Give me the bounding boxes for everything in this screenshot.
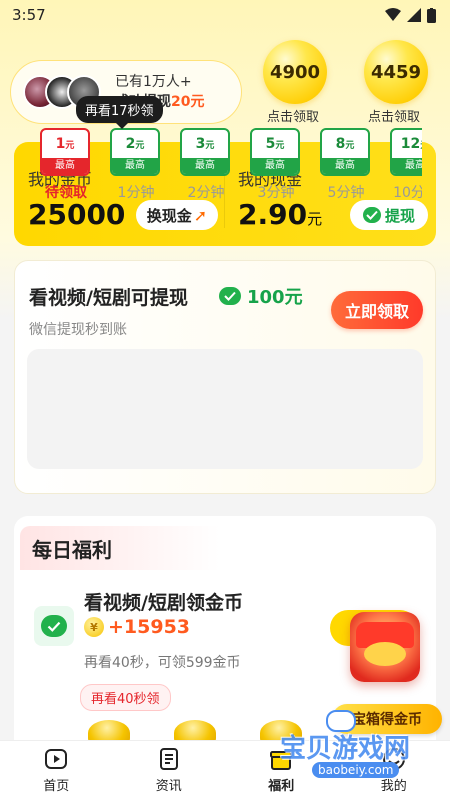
step-amount-value: 3 [195, 136, 206, 152]
status-icons [385, 7, 436, 23]
step-amount: 1元 [42, 136, 88, 152]
coin-icon: ¥ [84, 617, 104, 637]
step-tag: 最高 [322, 158, 368, 174]
step-amount-unit: 元 [135, 141, 145, 151]
claim-now-button[interactable]: 立即领取 [331, 291, 423, 329]
reward-step-4[interactable]: 5元 最高 3分钟 [250, 128, 302, 202]
reward-step-3[interactable]: 3元 最高 2分钟 [180, 128, 232, 202]
step-label: 1分钟 [117, 185, 155, 201]
step-amount-unit: 元 [65, 141, 75, 151]
wechat-icon [41, 615, 67, 637]
coin-bubble-1[interactable]: 4900 [263, 40, 327, 104]
cash-value: 2.90 [238, 198, 308, 231]
wechat-icon [219, 287, 241, 305]
step-amount: 2元 [112, 136, 158, 152]
step-tag: 最高 [392, 158, 422, 174]
step-amount-value: 2 [125, 136, 136, 152]
coin-bubble-2[interactable]: 4459 [364, 40, 428, 104]
task-reward: 100元 [219, 283, 303, 309]
wechat-icon [362, 207, 381, 223]
step-amount-value: 12 [400, 136, 421, 152]
daily-coins: ¥ +15953 [84, 616, 190, 638]
reward-step-box: 3元 最高 [180, 128, 230, 176]
daily-subtitle: 再看40秒，可领599金币 [84, 655, 241, 671]
step-tag: 最高 [252, 158, 298, 174]
step-label: 待领取 [45, 185, 87, 201]
step-amount-unit: 元 [420, 141, 422, 151]
reward-step-box: 12元 最高 [390, 128, 422, 176]
clock: 3:57 [12, 6, 46, 24]
reward-step-box: 5元 最高 [250, 128, 300, 176]
step-label: 3分钟 [257, 185, 295, 201]
nav-label: 福利 [268, 779, 295, 794]
watermark-text: 宝贝游戏网 [280, 734, 411, 764]
task-title: 看视频/短剧可提现 [29, 287, 188, 309]
step-tag: 最高 [182, 158, 228, 174]
news-icon [159, 748, 178, 770]
cash-value-wrap: 2.90元 [238, 198, 322, 231]
nav-label: 首页 [43, 779, 70, 794]
reward-ladder [27, 349, 423, 469]
signal-icon [407, 8, 421, 22]
coin-bubble-2-caption[interactable]: 点击领取 [368, 106, 420, 125]
step-amount-unit: 元 [205, 141, 215, 151]
exchange-cash-label: 换现金 [146, 206, 192, 225]
countdown-tooltip: 再看17秒领 [76, 96, 163, 129]
coins-value: 25000 [28, 198, 126, 231]
step-amount-value: 5 [265, 136, 276, 152]
wechat-task-icon [34, 606, 74, 646]
status-bar: 3:57 [0, 0, 450, 30]
watermark-url: baobeiy.com [312, 762, 400, 778]
daily-coins-value: +15953 [108, 616, 191, 638]
reward-step-2[interactable]: 2元 最高 1分钟 [110, 128, 162, 202]
task-reward-amount: 100元 [247, 287, 303, 308]
step-label: 10分钟 [393, 185, 422, 201]
reward-step-6[interactable]: 12元 最高 10分钟 [390, 128, 422, 202]
cash-unit: 元 [307, 210, 323, 228]
step-amount: 5元 [252, 136, 298, 152]
nav-label: 资讯 [155, 779, 182, 794]
task-subtitle: 微信提现秒到账 [29, 322, 127, 338]
arrow-up-icon: ➚ [193, 205, 208, 225]
reward-step-box: 8元 最高 [320, 128, 370, 176]
reward-step-6-clip: 12元 最高 10分钟 [390, 128, 422, 208]
daily-task-title: 看视频/短剧领金币 [84, 592, 243, 614]
play-icon [45, 749, 68, 769]
reward-step-5[interactable]: 8元 最高 5分钟 [320, 128, 372, 202]
promo-amount: 20元 [171, 94, 205, 110]
nav-home[interactable]: 首页 [0, 741, 113, 800]
step-amount: 12元 [392, 136, 422, 152]
step-amount-value: 8 [335, 136, 346, 152]
treasure-chest-icon[interactable] [350, 612, 420, 682]
step-amount: 8元 [322, 136, 368, 152]
step-tag: 最高 [112, 158, 158, 174]
step-amount-unit: 元 [275, 141, 285, 151]
step-label: 5分钟 [327, 185, 365, 201]
step-amount: 3元 [182, 136, 228, 152]
wifi-icon [385, 8, 401, 21]
exchange-cash-button[interactable]: 换现金 ➚ [136, 200, 218, 230]
reward-step-box: 1元 最高 [40, 128, 90, 176]
step-label: 2分钟 [187, 185, 225, 201]
step-amount-value: 1 [55, 136, 66, 152]
step-amount-unit: 元 [345, 141, 355, 151]
reward-step-box: 2元 最高 [110, 128, 160, 176]
daily-title: 每日福利 [32, 538, 112, 562]
battery-icon [427, 7, 436, 23]
nav-news[interactable]: 资讯 [113, 741, 226, 800]
chest-gold [364, 642, 406, 666]
watch-video-task-card: 看视频/短剧可提现 100元 微信提现秒到账 立即领取 [14, 260, 436, 494]
coin-bubble-1-caption[interactable]: 点击领取 [267, 106, 319, 125]
promo-line1: 已有1万人+ [115, 74, 192, 90]
step-tag: 最高 [42, 158, 88, 174]
rewatch-tag: 再看40秒领 [80, 684, 171, 711]
reward-step-1[interactable]: 1元 最高 待领取 [40, 128, 92, 202]
